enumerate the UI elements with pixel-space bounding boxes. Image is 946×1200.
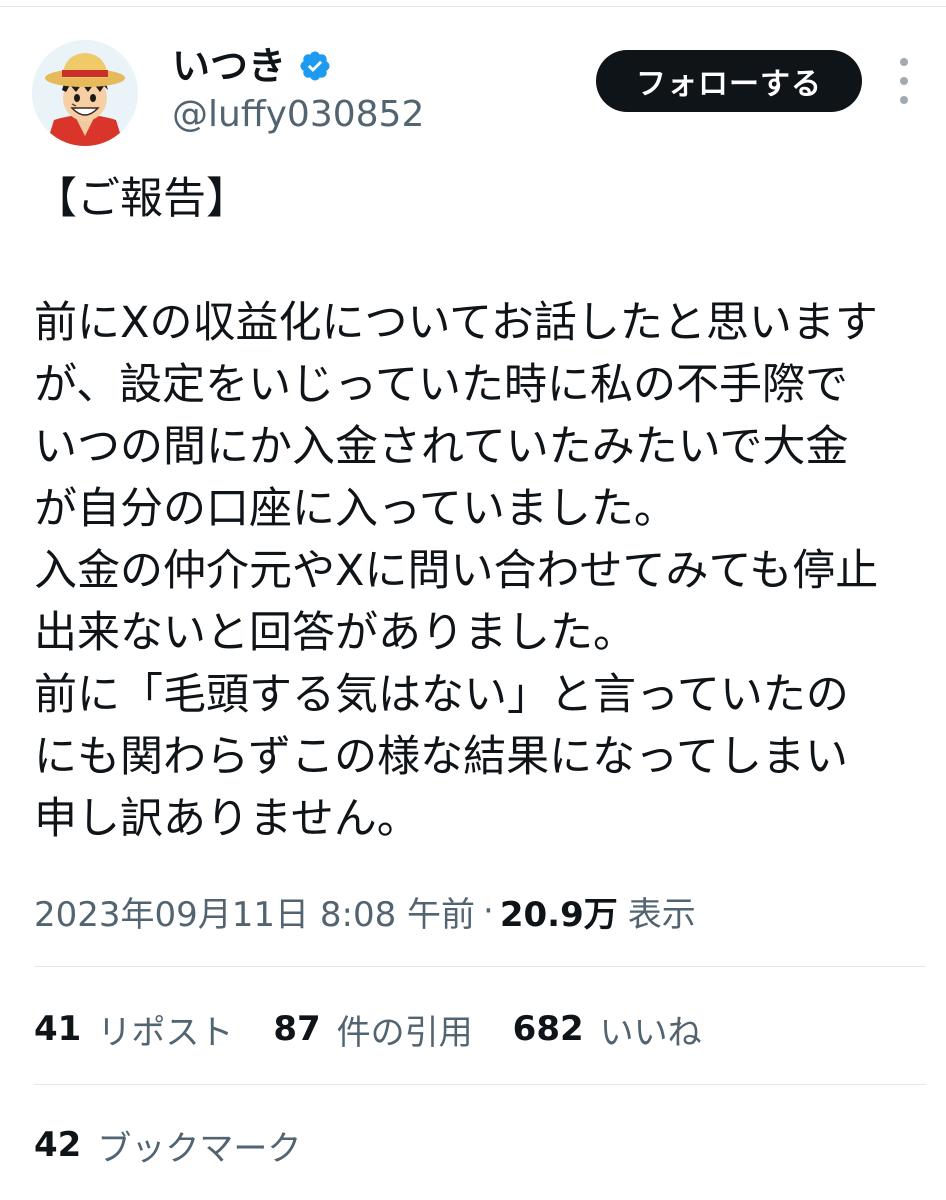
avatar[interactable]: [32, 40, 138, 146]
verified-badge-icon[interactable]: [298, 49, 332, 83]
meta-separator: ·: [483, 891, 494, 931]
bookmarks-stat-row: 42 ブックマーク: [34, 1118, 341, 1172]
more-dot: [900, 96, 908, 104]
avatar-image: [32, 40, 138, 146]
quotes-label: 件の引用: [336, 1012, 473, 1053]
tweet-line: 【ご報告】: [34, 174, 249, 224]
more-options-icon[interactable]: [890, 58, 918, 104]
tweet-line: にも関わらずこの様な結果になってしまい: [34, 732, 848, 782]
bookmarks-stat[interactable]: 42 ブックマーク: [34, 1121, 301, 1170]
likes-stat[interactable]: 682 いいね: [513, 1005, 702, 1054]
engagement-stats: 41 リポスト 87 件の引用 682 いいね: [34, 1002, 742, 1056]
quotes-stat[interactable]: 87 件の引用: [273, 1005, 472, 1054]
quotes-count: 87: [273, 1009, 321, 1049]
tweet-line: 前に「毛頭する気はない」と言っていたの: [34, 670, 849, 720]
follow-button[interactable]: フォローする: [596, 50, 862, 112]
tweet-line: いつの間にか入金されていたみたいで大金: [34, 422, 849, 472]
bookmarks-count: 42: [34, 1125, 82, 1165]
tweet-line: 出来ないと回答がありました。: [34, 608, 636, 658]
more-dot: [900, 58, 908, 66]
tweet-header: いつき @luffy030852 フォローする: [0, 0, 946, 160]
bookmarks-label: ブックマーク: [97, 1128, 302, 1169]
tweet-line: 前にXの収益化についてお話したと思います: [34, 298, 878, 348]
reposts-count: 41: [34, 1009, 82, 1049]
author-handle[interactable]: @luffy030852: [172, 92, 424, 138]
likes-label: いいね: [599, 1012, 702, 1053]
likes-count: 682: [512, 1009, 584, 1049]
author-name-row: いつき: [172, 40, 332, 92]
author-display-name[interactable]: いつき: [172, 40, 286, 92]
divider: [34, 1084, 926, 1085]
reposts-label: リポスト: [97, 1012, 234, 1053]
tweet-text: 【ご報告】 前にXの収益化についてお話したと思います が、設定をいじっていた時に…: [34, 168, 934, 850]
reposts-stat[interactable]: 41 リポスト: [34, 1005, 233, 1054]
tweet-line: 申し訳ありません。: [34, 794, 420, 844]
tweet-line: 入金の仲介元やXに問い合わせてみても停止: [34, 546, 879, 596]
tweet-timestamp[interactable]: 2023年09月11日 8:08 午前: [34, 887, 475, 936]
more-dot: [900, 77, 908, 85]
tweet-line: が、設定をいじっていた時に私の不手際で: [34, 360, 848, 410]
divider: [34, 966, 926, 967]
tweet-line: が自分の口座に入っていました。: [34, 484, 677, 534]
views-label: 表示: [627, 894, 696, 935]
tweet-meta: 2023年09月11日 8:08 午前 · 20.9万 表示: [34, 884, 696, 938]
views-count[interactable]: 20.9万: [500, 887, 618, 936]
